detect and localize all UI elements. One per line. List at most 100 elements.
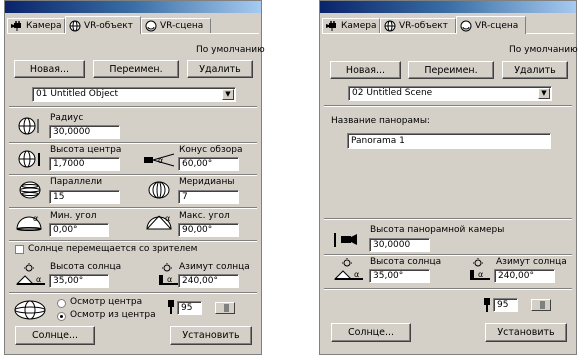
new-button[interactable]: Новая... (330, 61, 401, 79)
view-cone-label: Конус обзора (179, 145, 243, 155)
delete-button[interactable]: Удалить (187, 60, 253, 78)
globe-icon (69, 20, 81, 31)
divider (324, 254, 572, 256)
svg-text:α: α (354, 270, 359, 279)
tab-vr-scene[interactable]: VR-сцена (141, 18, 211, 33)
divider (324, 105, 572, 107)
rename-button[interactable]: Переимен. (93, 60, 179, 78)
globe-icon (384, 20, 396, 32)
scene-select[interactable]: 02 Untitled Scene ▼ (348, 86, 552, 101)
title-bar (320, 1, 576, 13)
sun-button[interactable]: Солнце... (331, 323, 411, 342)
max-angle-field[interactable]: 90,00° (178, 223, 239, 237)
tab-vr-scene-label: VR-сцена (475, 20, 519, 31)
center-height-field[interactable]: 1,7000 (49, 157, 120, 171)
radio-view-center-label: Осмотр центра (70, 297, 143, 307)
divider (9, 292, 257, 294)
quality-field[interactable]: 95 (493, 298, 518, 312)
default-label: По умолчанию (196, 45, 265, 55)
sun-azimuth-field[interactable]: 240,00° (178, 274, 239, 288)
quality-field[interactable]: 95 (177, 301, 202, 315)
sun-height-label: Высота солнца (370, 257, 442, 267)
min-angle-field[interactable]: 0,00° (49, 223, 109, 237)
camera-icon (326, 21, 336, 31)
divider (9, 106, 257, 108)
radius-field[interactable]: 30,0000 (49, 125, 120, 139)
sun-azimuth-icon: α (470, 258, 490, 280)
min-angle-icon: α (16, 214, 42, 231)
panorama-name-field[interactable]: Panorama 1 (347, 133, 551, 149)
min-angle-label: Мин. угол (50, 211, 97, 221)
tab-camera[interactable]: Камера (322, 18, 380, 33)
svg-text:α: α (167, 275, 172, 284)
quality-pin-icon (168, 300, 174, 314)
sun-height-field[interactable]: 35,00° (49, 274, 109, 288)
object-select-value: 01 Untitled Object (36, 89, 119, 99)
quality-slider[interactable] (531, 299, 551, 311)
max-angle-icon: α (146, 214, 172, 230)
quality-slider[interactable] (215, 302, 235, 314)
view-mode-icon (14, 300, 46, 320)
sun-button[interactable]: Солнце... (15, 326, 95, 345)
default-label: По умолчанию (509, 45, 578, 55)
svg-text:α: α (36, 275, 41, 284)
sun-moves-checkbox[interactable] (15, 245, 24, 254)
sun-height-icon: α (15, 263, 45, 285)
tab-vr-scene[interactable]: VR-сцена (456, 16, 526, 34)
divider (9, 174, 257, 176)
divider (9, 240, 257, 242)
tab-vr-object[interactable]: VR-объект (65, 16, 141, 34)
parallels-icon (19, 181, 41, 199)
sun-height-field[interactable]: 35,00° (369, 269, 430, 283)
radio-view-from-center[interactable] (57, 312, 66, 321)
center-height-icon (18, 150, 40, 168)
sun-height-label: Высота солнца (50, 262, 122, 272)
svg-text:α: α (158, 156, 163, 165)
set-button[interactable]: Установить (170, 326, 252, 345)
vr-scene-panel: Камера VR-объект VR-сцена По умолчанию Н… (319, 0, 578, 355)
vr-object-panel: Камера VR-объект VR-сцена По умолчанию Н… (4, 0, 265, 355)
divider (324, 218, 572, 220)
center-height-label: Высота центра (50, 145, 122, 155)
radio-view-from-center-label: Осмотр из центра (70, 310, 156, 320)
sun-azimuth-label: Азимут солнца (179, 262, 250, 272)
panorama-camera-height-label: Высота панорамной камеры (370, 225, 505, 235)
max-angle-label: Макс. угол (179, 211, 230, 221)
delete-button[interactable]: Удалить (502, 61, 568, 79)
chevron-down-icon[interactable]: ▼ (538, 88, 550, 99)
svg-text:α: α (165, 214, 170, 223)
tab-strip: Камера VR-объект VR-сцена (7, 16, 259, 34)
panorama-camera-height-field[interactable]: 30,0000 (369, 238, 430, 252)
parallels-label: Параллели (50, 177, 103, 187)
rotate-icon (460, 20, 472, 31)
quality-pin-icon (484, 298, 490, 312)
rotate-icon (145, 20, 157, 32)
radio-view-center[interactable] (57, 299, 66, 308)
panorama-camera-height-icon (334, 233, 357, 247)
chevron-down-icon[interactable]: ▼ (222, 89, 234, 100)
sun-azimuth-field[interactable]: 240,00° (494, 269, 555, 283)
sun-moves-label: Солнце перемещается со зрителем (28, 244, 198, 254)
rename-button[interactable]: Переимен. (408, 61, 494, 79)
tab-vr-object-label: VR-объект (84, 20, 133, 31)
parallels-field[interactable]: 15 (49, 190, 120, 204)
tab-camera-label: Камера (26, 21, 62, 31)
radius-label: Радиус (50, 113, 84, 123)
view-cone-field[interactable]: 60,00° (178, 157, 239, 171)
radius-sphere-icon (18, 117, 39, 135)
meridians-icon (148, 181, 170, 199)
sun-azimuth-label: Азимут солнца (496, 257, 567, 267)
tab-vr-scene-label: VR-сцена (160, 21, 204, 31)
tab-strip: Камера VR-объект VR-сцена (322, 16, 574, 34)
meridians-field[interactable]: 7 (178, 190, 239, 204)
set-button[interactable]: Установить (485, 323, 567, 342)
camera-icon (11, 21, 21, 31)
tab-camera[interactable]: Камера (7, 18, 65, 33)
object-select[interactable]: 01 Untitled Object ▼ (32, 87, 236, 102)
svg-text:α: α (33, 214, 38, 223)
tab-vr-object[interactable]: VR-объект (380, 18, 456, 33)
new-button[interactable]: Новая... (14, 60, 85, 78)
title-bar (5, 1, 261, 13)
view-cone-icon: α (144, 153, 175, 167)
sun-height-icon: α (333, 258, 363, 280)
